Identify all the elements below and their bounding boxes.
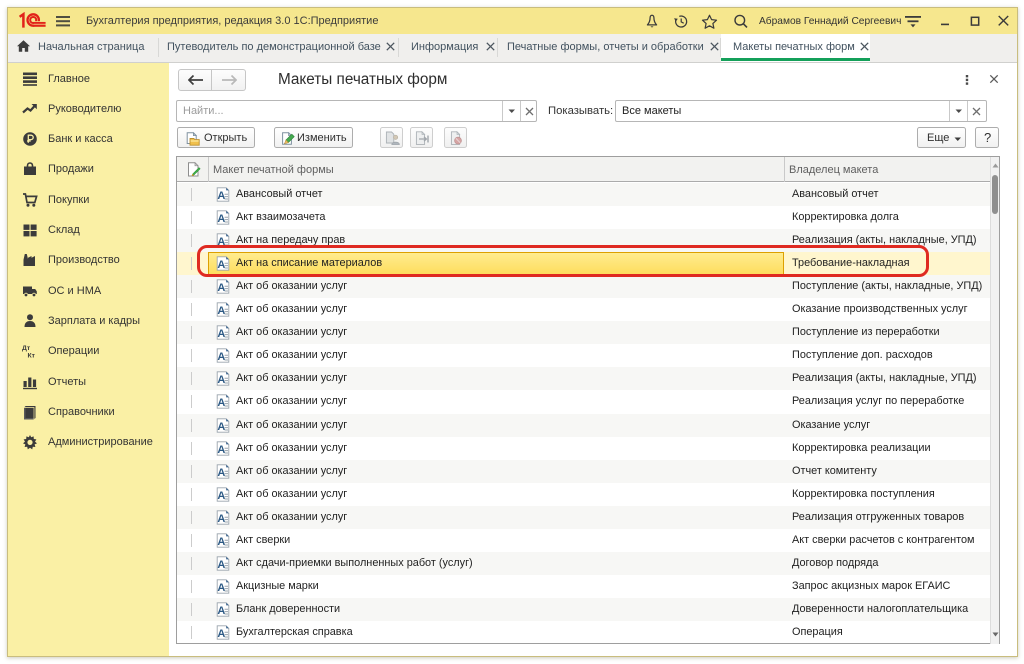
svg-text:А: А [217,489,225,501]
svg-text:А: А [217,443,225,455]
svg-text:Дт: Дт [22,345,31,352]
svg-text:А: А [217,374,225,386]
svg-text:А: А [217,397,225,409]
svg-text:А: А [217,512,225,524]
svg-text:А: А [217,351,225,363]
svg-text:А: А [217,305,225,317]
svg-text:А: А [217,466,225,478]
svg-text:А: А [217,559,225,571]
svg-text:А: А [217,190,225,202]
svg-text:А: А [217,536,225,548]
svg-text:Кт: Кт [28,353,36,360]
svg-text:А: А [217,420,225,432]
svg-text:А: А [217,328,225,340]
svg-text:А: А [217,605,225,617]
svg-text:А: А [217,282,225,294]
svg-text:А: А [217,628,225,640]
svg-text:А: А [217,582,225,594]
svg-text:А: А [217,213,225,225]
